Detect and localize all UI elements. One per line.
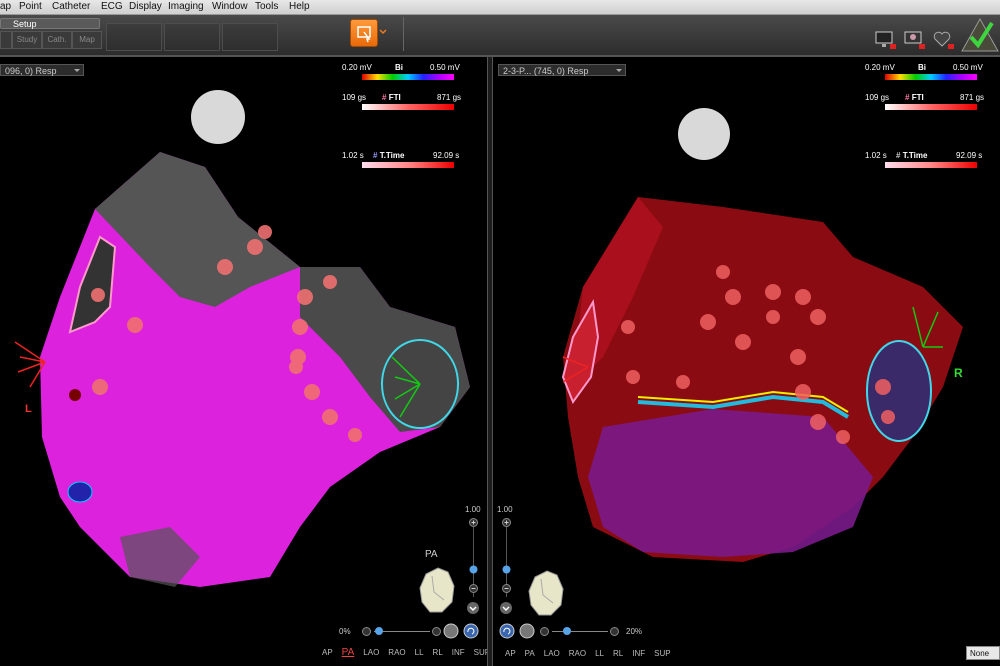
menu-window[interactable]: Window bbox=[212, 1, 248, 12]
chevron-down-icon[interactable] bbox=[379, 29, 387, 35]
view-sup[interactable]: SUP bbox=[654, 649, 670, 658]
menu-map[interactable]: ap bbox=[0, 1, 11, 12]
menu-catheter[interactable]: Catheter bbox=[52, 1, 90, 12]
heart-orientation-icon[interactable] bbox=[523, 565, 571, 621]
orientation-sphere bbox=[191, 90, 245, 144]
toolbar-button-1[interactable] bbox=[106, 23, 162, 51]
slider-minus-icon[interactable] bbox=[361, 626, 372, 637]
zoom-value: 1.00 bbox=[465, 505, 481, 514]
orientation-label: PA bbox=[425, 549, 438, 560]
view-rao[interactable]: RAO bbox=[569, 649, 586, 658]
menu-tools[interactable]: Tools bbox=[255, 1, 278, 12]
menu-ecg[interactable]: ECG bbox=[101, 1, 123, 12]
opacity-slider-track[interactable] bbox=[552, 631, 608, 632]
view-inf[interactable]: INF bbox=[452, 648, 465, 657]
chevron-down-icon[interactable] bbox=[466, 601, 480, 615]
rotate-icon[interactable] bbox=[499, 623, 515, 639]
view-sup[interactable]: SUP bbox=[474, 648, 487, 657]
view-lao[interactable]: LAO bbox=[363, 648, 379, 657]
zoom-out-icon[interactable] bbox=[501, 583, 512, 594]
left-map-view[interactable]: 096, 0) Resp 0.20 mV Bi 0.50 mV 109 gs #… bbox=[0, 57, 487, 666]
view-inf[interactable]: INF bbox=[632, 649, 645, 658]
opacity-slider-handle[interactable] bbox=[562, 626, 572, 636]
opacity-percent: 20% bbox=[626, 627, 643, 636]
left-side-label: L bbox=[25, 403, 32, 415]
view-pa[interactable]: PA bbox=[525, 649, 535, 658]
none-dropdown[interactable]: None bbox=[966, 646, 1000, 660]
toolbar-button-2[interactable] bbox=[164, 23, 220, 51]
slider-plus-icon[interactable] bbox=[609, 626, 620, 637]
zoom-value: 1.00 bbox=[497, 505, 513, 514]
rotate-icon[interactable] bbox=[463, 623, 479, 639]
checkmark-icon[interactable] bbox=[960, 17, 1000, 53]
dark-lesion bbox=[69, 389, 81, 401]
view-presets: AP PA LAO RAO LL RL INF SUP bbox=[505, 649, 680, 658]
heart-icon[interactable] bbox=[932, 29, 956, 51]
snapshot-icon bbox=[357, 26, 371, 43]
snapshot-button[interactable] bbox=[350, 19, 378, 47]
right-map-view[interactable]: 2-3-P... (745, 0) Resp 0.20 mV Bi 0.50 m… bbox=[493, 57, 1000, 666]
menu-help[interactable]: Help bbox=[289, 1, 310, 12]
view-ll[interactable]: LL bbox=[415, 648, 424, 657]
zoom-slider-handle[interactable] bbox=[502, 565, 511, 574]
monitor-icon[interactable] bbox=[874, 29, 898, 51]
map-monitor-icon[interactable] bbox=[903, 29, 927, 51]
setup-tab[interactable]: Setup bbox=[0, 18, 100, 29]
tab-study[interactable]: Study bbox=[12, 31, 42, 49]
heart-orientation-icon[interactable] bbox=[414, 562, 462, 618]
menu-point[interactable]: Point bbox=[19, 1, 42, 12]
view-ap[interactable]: AP bbox=[322, 648, 333, 657]
toolbar-divider bbox=[403, 17, 404, 51]
right-side-label: R bbox=[954, 366, 963, 380]
tab-cath[interactable]: Cath. bbox=[42, 31, 72, 49]
opacity-slider-handle[interactable] bbox=[374, 626, 384, 636]
tab-stub[interactable] bbox=[0, 31, 12, 49]
menu-imaging[interactable]: Imaging bbox=[168, 1, 204, 12]
view-presets: AP PA LAO RAO LL RL INF SUP bbox=[322, 647, 487, 658]
zoom-slider-handle[interactable] bbox=[469, 565, 478, 574]
view-pa[interactable]: PA bbox=[342, 647, 355, 658]
sphere-icon[interactable] bbox=[519, 623, 535, 639]
menu-bar: ap Point Catheter ECG Display Imaging Wi… bbox=[0, 0, 1000, 15]
sphere-icon[interactable] bbox=[443, 623, 459, 639]
view-rao[interactable]: RAO bbox=[388, 648, 405, 657]
slider-plus-icon[interactable] bbox=[431, 626, 442, 637]
menu-display[interactable]: Display bbox=[129, 1, 162, 12]
toolbar-button-3[interactable] bbox=[222, 23, 278, 51]
view-rl[interactable]: RL bbox=[613, 649, 623, 658]
view-ap[interactable]: AP bbox=[505, 649, 516, 658]
zoom-out-icon[interactable] bbox=[468, 583, 479, 594]
zoom-in-icon[interactable] bbox=[468, 517, 479, 528]
low-voltage-patch bbox=[67, 481, 93, 503]
view-lao[interactable]: LAO bbox=[544, 649, 560, 658]
view-ll[interactable]: LL bbox=[595, 649, 604, 658]
opacity-percent: 0% bbox=[339, 627, 351, 636]
zoom-in-icon[interactable] bbox=[501, 517, 512, 528]
toolbar: Setup Study Cath. Map bbox=[0, 15, 1000, 57]
tab-map[interactable]: Map bbox=[72, 31, 102, 49]
slider-minus-icon[interactable] bbox=[539, 626, 550, 637]
view-rl[interactable]: RL bbox=[433, 648, 443, 657]
orientation-sphere bbox=[678, 108, 730, 160]
chevron-down-icon[interactable] bbox=[499, 601, 513, 615]
purple-surface bbox=[588, 409, 873, 557]
